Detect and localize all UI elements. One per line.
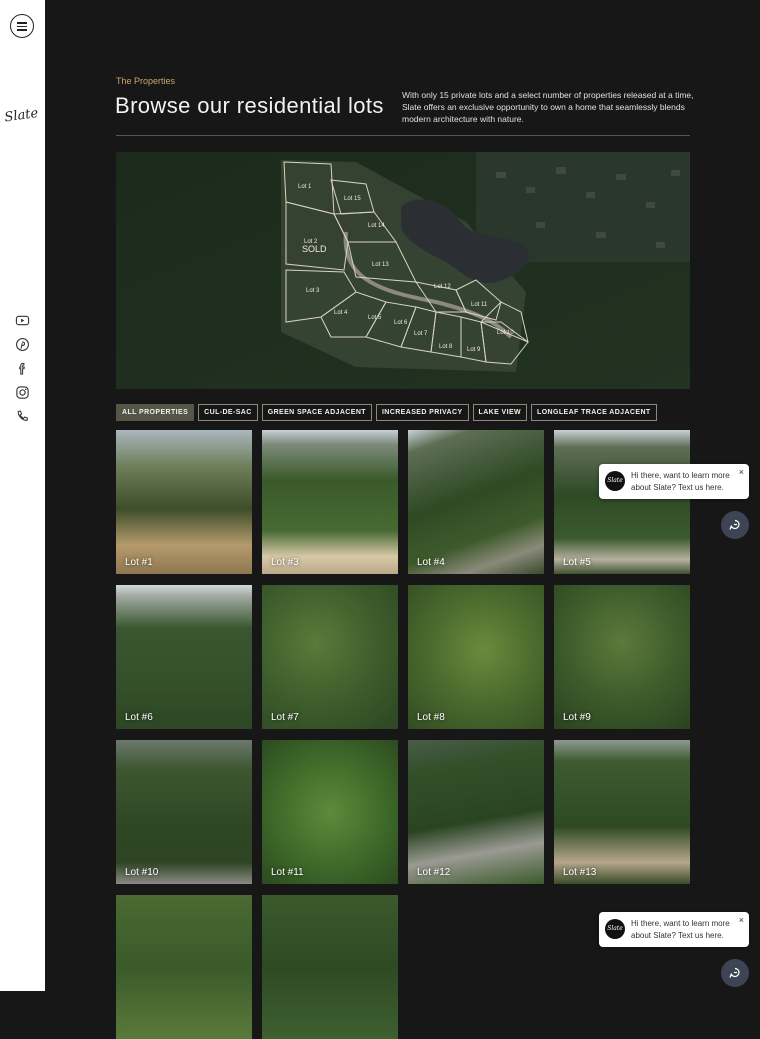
map-lot-9[interactable]: Lot 9 xyxy=(467,347,481,353)
slate-logo[interactable]: Slate xyxy=(4,106,43,133)
sidebar: Slate xyxy=(0,0,45,991)
menu-icon[interactable] xyxy=(10,14,34,38)
chat-icon xyxy=(729,519,740,530)
map-lot-8[interactable]: Lot 8 xyxy=(439,344,453,350)
lot-card-label: Lot #4 xyxy=(417,557,445,568)
divider xyxy=(116,135,690,136)
lot-card[interactable]: Lot #11 xyxy=(262,740,398,884)
lot-card[interactable]: Lot #12 xyxy=(408,740,544,884)
map-lot-7[interactable]: Lot 7 xyxy=(414,331,428,337)
map-lot-13[interactable]: Lot 13 xyxy=(372,262,389,268)
filter-cul-de-sac[interactable]: CUL-DE-SAC xyxy=(198,404,258,421)
lot-card-label: Lot #9 xyxy=(563,712,591,723)
lot-card-label: Lot #11 xyxy=(271,867,304,878)
filter-bar: ALL PROPERTIES CUL-DE-SAC GREEN SPACE AD… xyxy=(116,404,657,421)
lot-card-label: Lot #1 xyxy=(125,557,153,568)
chat-avatar: Slate xyxy=(605,471,625,491)
close-icon[interactable]: × xyxy=(739,467,744,477)
map-lot-15[interactable]: Lot 15 xyxy=(344,196,361,202)
chat-prompt-bubble[interactable]: Slate Hi there, want to learn more about… xyxy=(599,464,749,499)
filter-lake-view[interactable]: LAKE VIEW xyxy=(472,404,528,421)
chat-prompt-bubble[interactable]: Slate Hi there, want to learn more about… xyxy=(599,912,749,947)
map-lot-14[interactable]: Lot 14 xyxy=(368,223,385,229)
lot-card[interactable]: Lot #6 xyxy=(116,585,252,729)
lot-card[interactable] xyxy=(262,895,398,1039)
map-lot-5[interactable]: Lot 5 xyxy=(368,315,382,321)
lot-card-label: Lot #8 xyxy=(417,712,445,723)
phone-icon[interactable] xyxy=(15,409,30,424)
map-lot-3[interactable]: Lot 3 xyxy=(306,288,320,294)
lot-card-label: Lot #13 xyxy=(563,867,597,878)
map-lot-11[interactable]: Lot 11 xyxy=(471,302,488,308)
chat-prompt-text: Hi there, want to learn more about Slate… xyxy=(631,471,730,492)
youtube-icon[interactable] xyxy=(15,313,30,328)
map-lot-6[interactable]: Lot 6 xyxy=(394,320,408,326)
page-title: Browse our residential lots xyxy=(115,93,384,118)
map-sold-label: SOLD xyxy=(302,244,327,254)
instagram-icon[interactable] xyxy=(15,385,30,400)
close-icon[interactable]: × xyxy=(739,915,744,925)
lot-card[interactable]: Lot #3 xyxy=(262,430,398,574)
filter-all-properties[interactable]: ALL PROPERTIES xyxy=(116,404,195,421)
lot-card[interactable]: Lot #13 xyxy=(554,740,690,884)
lot-card[interactable] xyxy=(116,895,252,1039)
lot-card-label: Lot #3 xyxy=(271,557,299,568)
site-plan-map: Lot 1 Lot 2 Lot 3 Lot 4 Lot 5 Lot 6 Lot … xyxy=(116,152,690,389)
intro-text: With only 15 private lots and a select n… xyxy=(402,90,694,124)
filter-green-space-adjacent[interactable]: GREEN SPACE ADJACENT xyxy=(261,404,372,421)
lot-card[interactable]: Lot #1 xyxy=(116,430,252,574)
chat-avatar: Slate xyxy=(605,919,625,939)
map-lot-12[interactable]: Lot 12 xyxy=(434,284,451,290)
chat-icon xyxy=(729,967,740,978)
lot-card-label: Lot #10 xyxy=(125,867,159,878)
section-eyebrow: The Properties xyxy=(116,76,176,86)
pinterest-icon[interactable] xyxy=(15,337,30,352)
chat-prompt-text: Hi there, want to learn more about Slate… xyxy=(631,919,730,940)
facebook-icon[interactable] xyxy=(15,361,30,376)
lot-card[interactable]: Lot #10 xyxy=(116,740,252,884)
lot-card[interactable]: Lot #7 xyxy=(262,585,398,729)
lot-card[interactable]: Lot #5 xyxy=(554,430,690,574)
lot-card[interactable]: Lot #4 xyxy=(408,430,544,574)
chat-launcher-button[interactable] xyxy=(721,511,749,539)
lot-card-label: Lot #5 xyxy=(563,557,591,568)
site-plan-svg: Lot 1 Lot 2 Lot 3 Lot 4 Lot 5 Lot 6 Lot … xyxy=(116,152,690,389)
lot-card-label: Lot #12 xyxy=(417,867,451,878)
map-lot-1[interactable]: Lot 1 xyxy=(298,184,312,190)
lot-card-label: Lot #7 xyxy=(271,712,299,723)
map-lot-4[interactable]: Lot 4 xyxy=(334,310,348,316)
filter-increased-privacy[interactable]: INCREASED PRIVACY xyxy=(375,404,469,421)
lot-card[interactable]: Lot #9 xyxy=(554,585,690,729)
lot-card[interactable]: Lot #8 xyxy=(408,585,544,729)
lot-card-label: Lot #6 xyxy=(125,712,153,723)
map-lot-10[interactable]: Lot 10 xyxy=(497,330,514,336)
filter-longleaf-trace-adjacent[interactable]: LONGLEAF TRACE ADJACENT xyxy=(531,404,657,421)
chat-launcher-button[interactable] xyxy=(721,959,749,987)
